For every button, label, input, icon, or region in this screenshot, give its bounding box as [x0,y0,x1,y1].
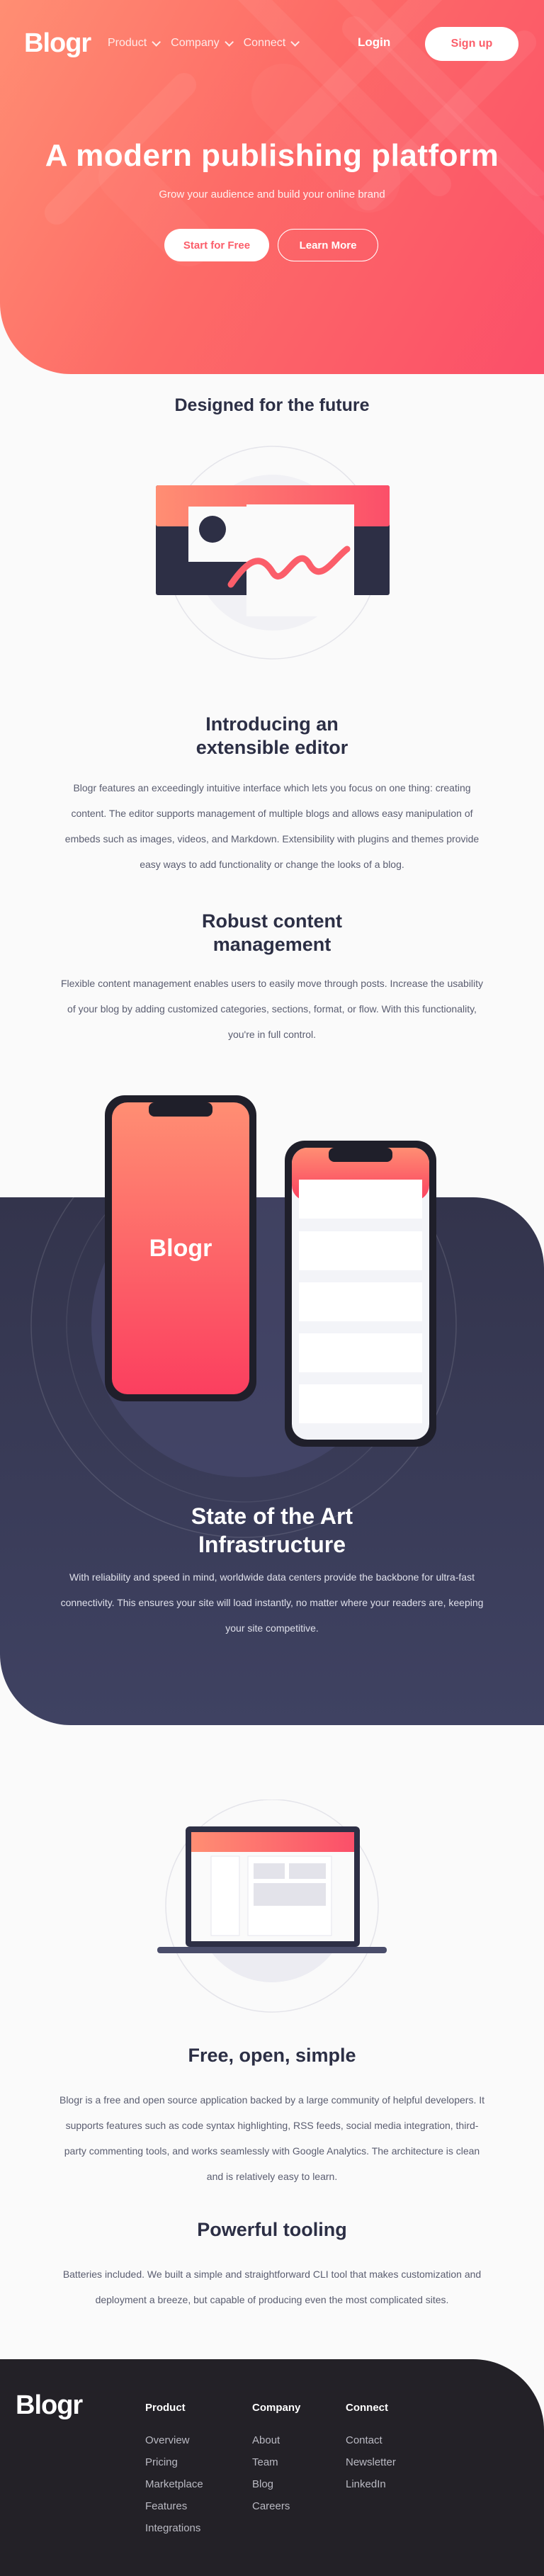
footer-column-connect: Connect Contact Newsletter LinkedIn [346,2402,396,2495]
text-line: connectivity. This ensures your site wil… [60,1597,484,1608]
text-line: supports features such as code syntax hi… [65,2120,479,2131]
chevron-down-icon [290,37,300,47]
hero-title: A modern publishing platform [45,138,499,173]
text-line: easy ways to add functionality or change… [140,859,404,870]
tooling-text: Batteries included. We built a simple an… [24,2261,520,2312]
footer-link-team[interactable]: Team [252,2451,300,2473]
infrastructure-title-line: Infrastructure [198,1532,346,1557]
feature-title-line: Introducing an [205,713,339,735]
feature-title-line: management [212,934,332,955]
nav-item-product[interactable]: Product [108,37,162,50]
nav-item-label: Company [171,37,220,49]
text-line: your site competitive. [225,1622,319,1634]
footer-link-careers[interactable]: Careers [252,2495,300,2517]
footer-link-marketplace[interactable]: Marketplace [145,2473,203,2495]
text-line: deployment a breeze, but capable of prod… [95,2294,449,2305]
top-navigation: Blogr Product Company Connect Login Sign… [0,0,544,85]
text-line: Batteries included. We built a simple an… [62,2269,482,2280]
section-heading-future: Designed for the future [174,395,370,415]
text-line: and is relatively easy to learn. [206,2171,338,2182]
text-line: embeds such as images, videos, and Markd… [64,833,480,844]
text-line: content. The editor supports management … [71,808,473,819]
editor-illustration [156,446,390,660]
feature-title-content: Robust content management [0,910,544,956]
logo[interactable]: Blogr [24,28,91,59]
infrastructure-title-line: State of the Art [191,1503,353,1529]
infrastructure-title: State of the Art Infrastructure [0,1502,544,1559]
footer-column-heading: Product [145,2402,186,2414]
footer-logo[interactable]: Blogr [16,2390,83,2421]
text-line: With reliability and speed in mind, worl… [69,1571,475,1583]
footer-column-heading: Company [252,2402,301,2414]
landing-page: Blogr Product Company Connect Login Sign… [0,0,544,2576]
feature-title-line: extensible editor [196,737,348,758]
text-line: Blogr features an exceedingly intuitive … [73,782,471,793]
nav-item-label: Product [108,37,147,49]
footer-link-integrations[interactable]: Integrations [145,2517,203,2539]
nav-item-company[interactable]: Company [171,37,234,50]
learn-more-button[interactable]: Learn More [278,229,378,261]
footer-link-about[interactable]: About [252,2429,300,2451]
text-line: Flexible content management enables user… [60,978,484,989]
feature-text-editor: Blogr features an exceedingly intuitive … [24,775,520,877]
feature-title-editor: Introducing an extensible editor [0,713,544,759]
footer-column-heading: Connect [346,2402,388,2414]
footer-link-pricing[interactable]: Pricing [145,2451,203,2473]
feature-text-content: Flexible content management enables user… [24,971,520,1047]
hero-section: Blogr Product Company Connect Login Sign… [0,0,544,374]
simple-text: Blogr is a free and open source applicat… [24,2087,520,2189]
nav-item-label: Connect [243,37,286,49]
footer: Blogr Product Overview Pricing Marketpla… [0,2359,544,2576]
text-line: of your blog by adding customized catego… [67,1003,477,1015]
footer-link-overview[interactable]: Overview [145,2429,203,2451]
chevron-down-icon [224,37,234,47]
footer-link-blog[interactable]: Blog [252,2473,300,2495]
simple-title: Free, open, simple [188,2045,356,2066]
phones-illustration: Blogr [105,1095,436,1447]
footer-link-features[interactable]: Features [145,2495,203,2517]
footer-column-company: Company About Team Blog Careers [252,2402,300,2517]
text-line: Blogr is a free and open source applicat… [59,2094,485,2106]
chevron-down-icon [152,37,162,47]
footer-column-product: Product Overview Pricing Marketplace Fea… [145,2402,203,2539]
nav-menu: Product Company Connect [108,37,300,50]
nav-item-connect[interactable]: Connect [243,37,300,50]
laptop-illustration [157,1800,387,2013]
text-line: you're in full control. [227,1029,317,1040]
tooling-title: Powerful tooling [197,2219,347,2240]
footer-link-linkedin[interactable]: LinkedIn [346,2473,396,2495]
start-for-free-button[interactable]: Start for Free [164,229,269,261]
footer-link-newsletter[interactable]: Newsletter [346,2451,396,2473]
feature-title-line: Robust content [202,910,342,932]
phone-brand-logo: Blogr [149,1235,212,1262]
infrastructure-text: With reliability and speed in mind, worl… [24,1564,520,1641]
login-link[interactable]: Login [358,35,390,50]
signup-button[interactable]: Sign up [425,27,518,61]
text-line: party commenting tools, and works seamle… [64,2145,480,2157]
hero-subtitle: Grow your audience and build your online… [159,188,385,200]
footer-link-contact[interactable]: Contact [346,2429,396,2451]
